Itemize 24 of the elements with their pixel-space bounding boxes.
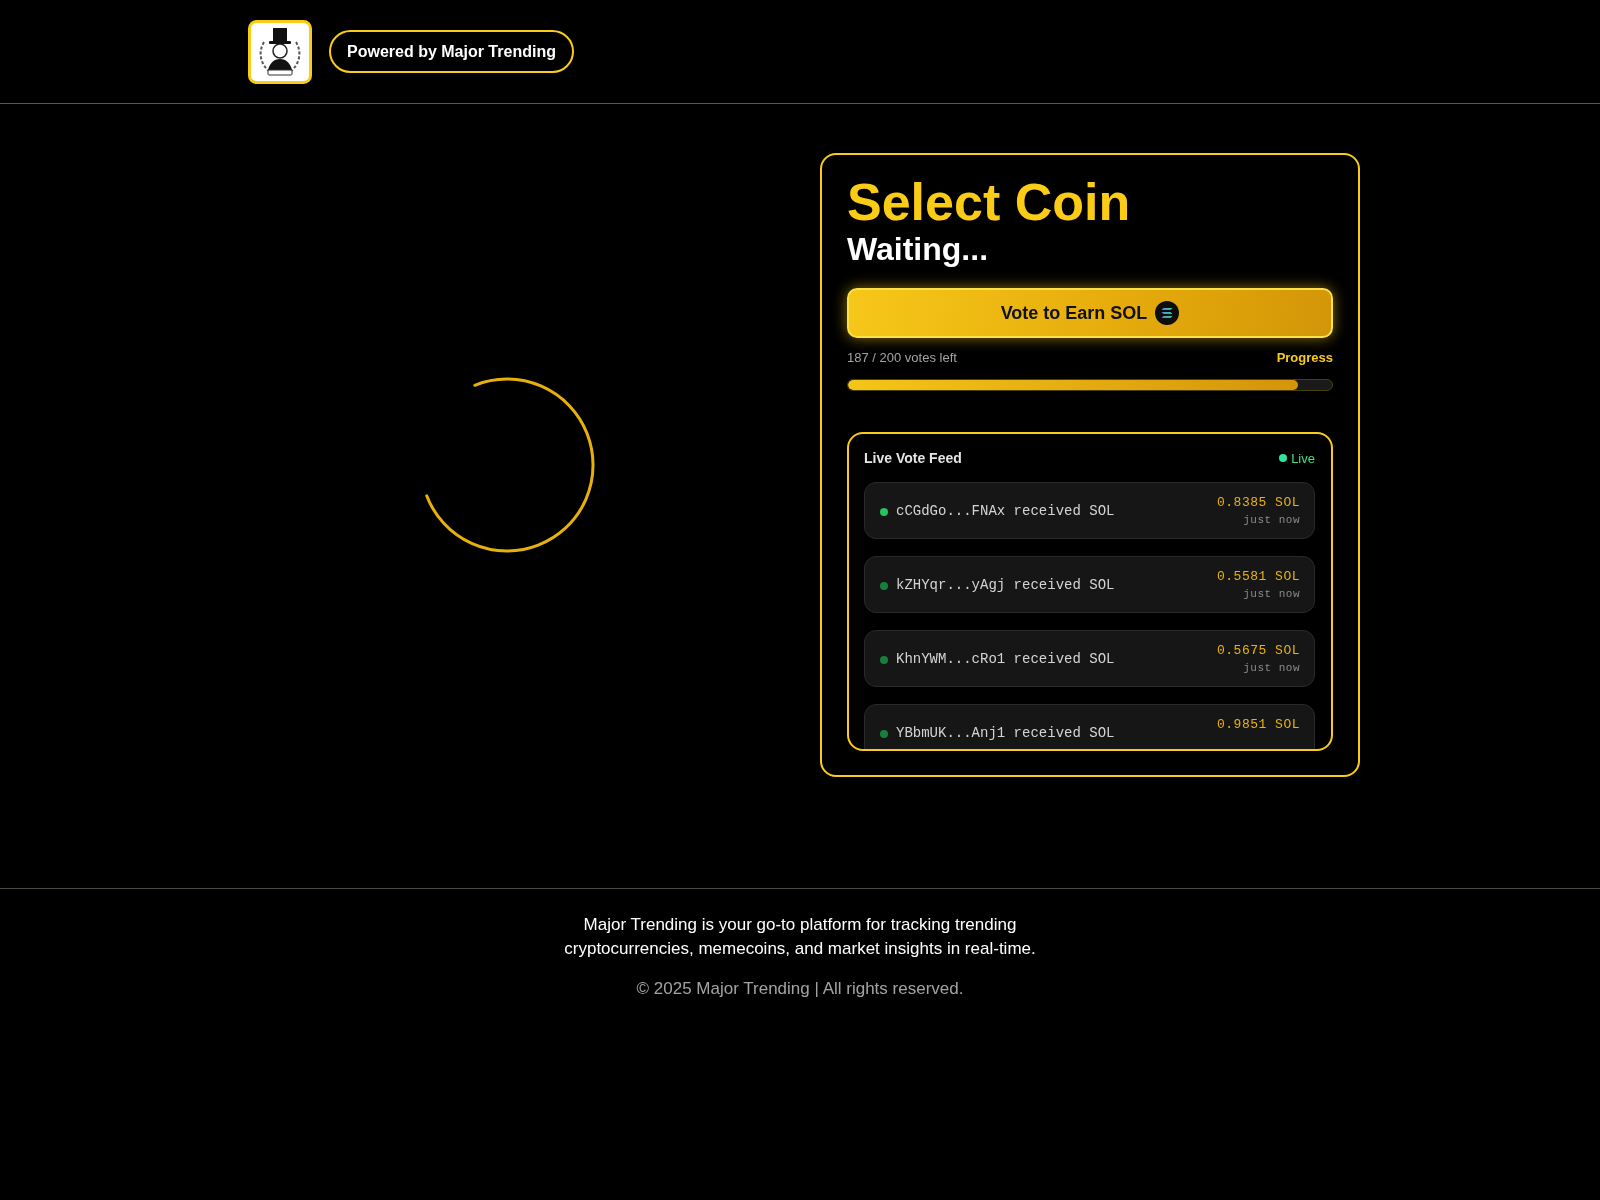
amount-text: 0.5581 SOL [1217,567,1300,586]
feed-row-text: cCGdGo...FNAx received SOL [896,502,1115,519]
feed-row-text: kZHYqr...yAgj received SOL [896,576,1115,593]
time-text: just now [1243,586,1300,602]
progress-label: Progress [1276,350,1333,366]
amount-text: 0.5675 SOL [1217,641,1300,660]
votes-left-text: 187 / 200 votes left [847,350,957,366]
feed-row-text: YBbmUK...Anj1 received SOL [896,724,1115,741]
card-title: Select Coin [847,176,1131,228]
live-label: Live [1291,450,1315,466]
copyright-text: © 2025 Major Trending | All rights reserved. [636,978,964,1000]
coin-stripes-icon [1155,301,1180,325]
vote-button[interactable]: Vote to Earn SOL [847,288,1333,338]
feed-row-text: KhnYWM...cRo1 received SOL [896,650,1115,667]
footer-description: Major Trending is your go-to platform for tracking trending cryptocurrencies, memecoins, and market insights in real-time. [563,914,1037,960]
powered-by-link[interactable]: Powered by Major Trending [329,30,574,73]
feed-title: Live Vote Feed [864,450,962,466]
amount-text: 0.8385 SOL [1217,493,1300,512]
time-text: just now [1243,512,1300,528]
status-text: Waiting... [847,232,988,267]
top-hat-logo-icon[interactable] [248,19,312,84]
amount-text: 0.9851 SOL [1217,715,1300,734]
time-text: just now [1243,660,1300,676]
live-dot-icon [1279,454,1288,462]
